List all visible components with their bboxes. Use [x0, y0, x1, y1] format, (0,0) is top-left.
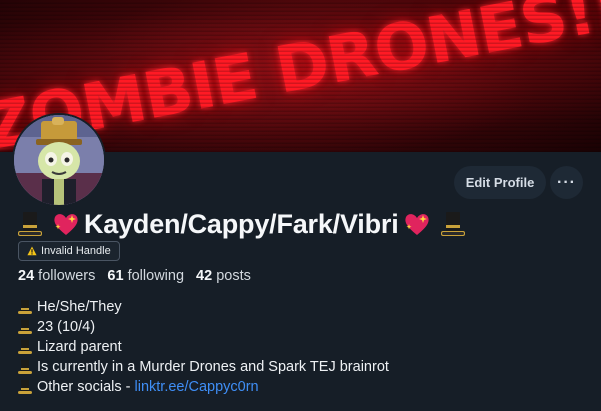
- bio-text: Lizard parent: [37, 339, 122, 355]
- bio-text: He/She/They: [37, 299, 122, 315]
- posts-stat: 42 posts: [196, 268, 251, 284]
- posts-count: 42: [196, 268, 213, 284]
- invalid-handle-label: Invalid Handle: [41, 245, 111, 257]
- followers-stat[interactable]: 24 followers: [18, 268, 99, 284]
- sparkling-heart-icon: [52, 211, 80, 237]
- top-hat-icon: [440, 210, 465, 238]
- followers-label: followers: [38, 268, 96, 284]
- sparkling-heart-icon: [403, 211, 431, 237]
- top-hat-icon: [18, 339, 32, 355]
- socials-link[interactable]: linktr.ee/Cappyc0rn: [135, 377, 259, 397]
- bio-line: Other socials - linktr.ee/Cappyc0rn: [18, 377, 389, 397]
- profile-page: ZOMBIE DRONES!!!!! Edit Profile ··· Kayd…: [0, 0, 601, 411]
- top-hat-icon: [18, 379, 32, 395]
- edit-profile-button[interactable]: Edit Profile: [454, 166, 546, 199]
- avatar[interactable]: [12, 113, 106, 207]
- top-hat-icon: [18, 319, 32, 335]
- bio-line: Lizard parent: [18, 337, 389, 357]
- following-count: 61: [107, 268, 124, 284]
- following-stat[interactable]: 61 following: [107, 268, 188, 284]
- more-dots-icon: ···: [557, 173, 576, 191]
- bio-text: 23 (10/4): [37, 319, 96, 335]
- top-hat-icon: [18, 359, 32, 375]
- bio-line: Is currently in a Murder Drones and Spar…: [18, 357, 389, 377]
- posts-label: posts: [216, 268, 251, 284]
- top-hat-icon: [18, 299, 32, 315]
- invalid-handle-badge[interactable]: Invalid Handle: [18, 241, 120, 261]
- following-label: following: [127, 268, 185, 284]
- bio-line: He/She/They: [18, 297, 389, 317]
- warning-icon: [27, 246, 37, 256]
- profile-stats: 24 followers 61 following 42 posts: [18, 268, 259, 284]
- bio-text: Is currently in a Murder Drones and Spar…: [37, 359, 389, 375]
- display-name: Kayden/Cappy/Fark/Vibri: [84, 208, 399, 239]
- profile-bio: He/She/They 23 (10/4) Lizard parent Is c…: [18, 297, 389, 397]
- more-options-button[interactable]: ···: [550, 166, 583, 199]
- avatar-image: [14, 115, 104, 205]
- display-name-row: Kayden/Cappy/Fark/Vibri: [18, 207, 465, 241]
- followers-count: 24: [18, 268, 35, 284]
- bio-text: Other socials -: [37, 379, 135, 395]
- top-hat-icon: [18, 210, 42, 238]
- bio-line: 23 (10/4): [18, 317, 389, 337]
